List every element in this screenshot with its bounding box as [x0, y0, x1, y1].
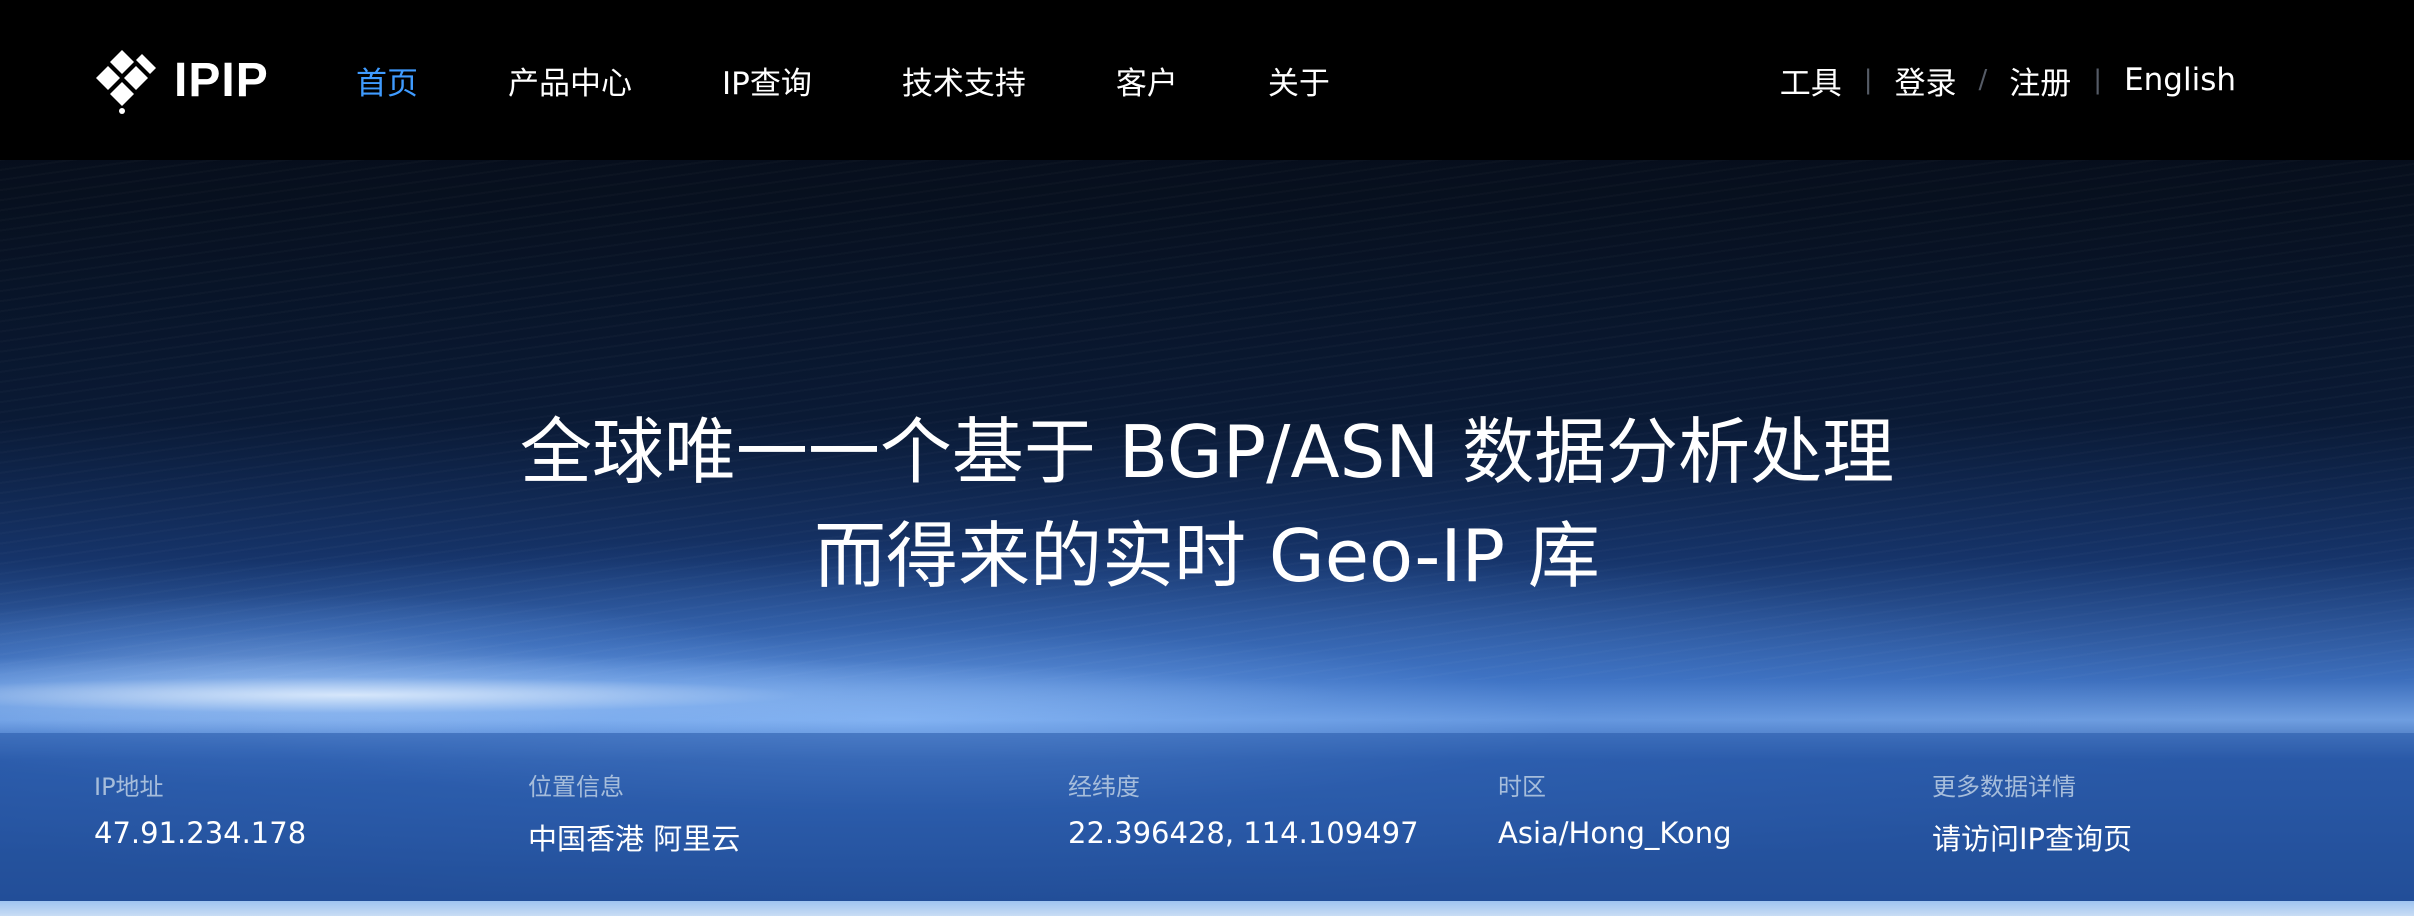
- location-value: 中国香港 阿里云: [528, 822, 741, 856]
- logo-text: IPIP: [174, 53, 269, 107]
- ip-address-value: 47.91.234.178: [94, 816, 307, 850]
- english-language-link[interactable]: English: [2124, 62, 2236, 98]
- coordinates-block: 经纬度 22.396428, 114.109497: [1068, 767, 1419, 850]
- slash-separator: /: [1978, 65, 1988, 95]
- nav-item-home[interactable]: 首页: [356, 58, 418, 103]
- location-block: 位置信息 中国香港 阿里云: [528, 767, 740, 858]
- nav-item-about[interactable]: 关于: [1268, 58, 1330, 103]
- main-nav: 首页 产品中心 IP查询 技术支持 客户 关于: [356, 50, 1420, 110]
- ip-address-block: IP地址 47.91.234.178: [94, 767, 306, 850]
- more-details-label: 更多数据详情: [1932, 773, 2076, 801]
- hero-headline-line-2: 而得来的实时 Geo-IP 库: [814, 514, 1600, 598]
- earth-horizon-glow: [0, 650, 2414, 740]
- user-nav: 工具 | 登录 / 注册 | English: [1780, 50, 2236, 110]
- ip-address-label: IP地址: [94, 773, 164, 801]
- hero-headline-line-1: 全球唯一一个基于 BGP/ASN 数据分析处理: [519, 410, 1895, 494]
- timezone-value: Asia/Hong_Kong: [1498, 816, 1732, 850]
- nav-item-customers[interactable]: 客户: [1116, 58, 1178, 103]
- timezone-block: 时区 Asia/Hong_Kong: [1498, 767, 1732, 850]
- divider: |: [2093, 65, 2103, 95]
- location-label: 位置信息: [528, 773, 624, 801]
- coordinates-label: 经纬度: [1068, 773, 1140, 801]
- nav-item-ip-query[interactable]: IP查询: [722, 58, 812, 103]
- hero-headline: 全球唯一一个基于 BGP/ASN 数据分析处理 而得来的实时 Geo-IP 库: [0, 400, 2414, 608]
- ipip-logo-icon: [96, 50, 156, 114]
- more-details-block: 更多数据详情 请访问IP查询页: [1932, 767, 2132, 858]
- site-header: IPIP 首页 产品中心 IP查询 技术支持 客户 关于 工具 | 登录 / 注…: [0, 0, 2414, 160]
- nav-item-support[interactable]: 技术支持: [902, 58, 1026, 103]
- logo[interactable]: IPIP: [92, 40, 269, 120]
- ip-query-page-link[interactable]: 请访问IP查询页: [1932, 816, 2132, 858]
- ip-info-bar: IP地址 47.91.234.178 位置信息 中国香港 阿里云 经纬度 22.…: [0, 733, 2414, 916]
- timezone-label: 时区: [1498, 773, 1546, 801]
- register-link[interactable]: 注册: [2009, 58, 2071, 103]
- nav-item-products[interactable]: 产品中心: [508, 58, 632, 103]
- divider: |: [1863, 65, 1873, 95]
- tools-link[interactable]: 工具: [1780, 58, 1842, 103]
- login-link[interactable]: 登录: [1895, 58, 1957, 103]
- coordinates-value: 22.396428, 114.109497: [1068, 816, 1419, 850]
